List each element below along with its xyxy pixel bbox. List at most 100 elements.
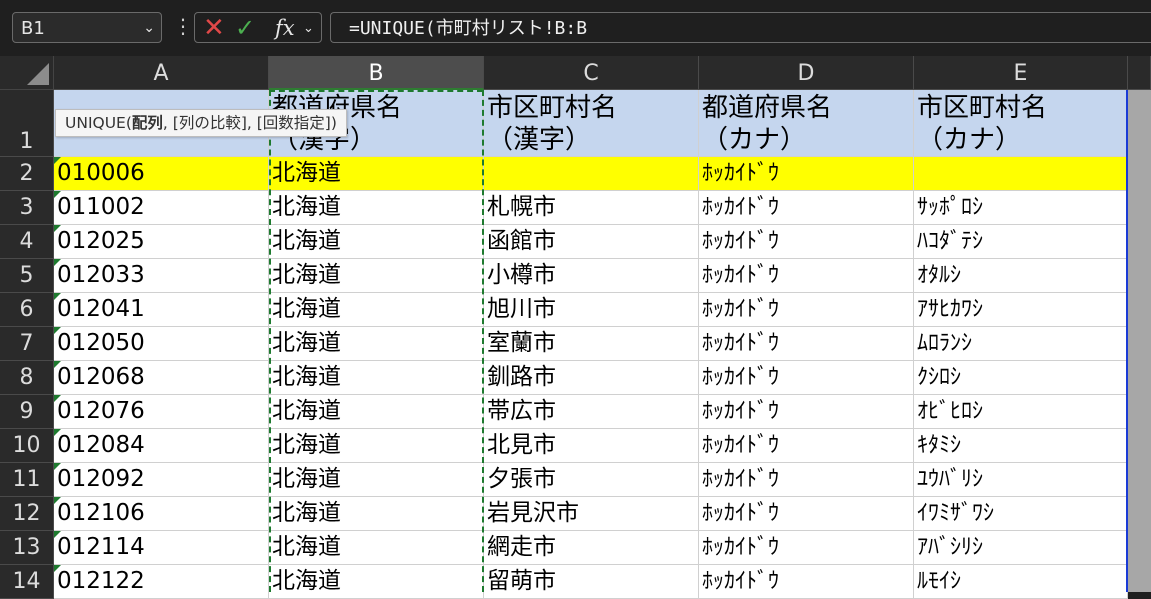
name-box[interactable]: B1 ⌄	[12, 12, 162, 43]
cell-b12[interactable]: 北海道	[269, 497, 484, 531]
header-cell-e[interactable]: 市区町村名 （カナ）	[914, 90, 1128, 157]
error-indicator-icon[interactable]	[54, 395, 61, 402]
error-indicator-icon[interactable]	[54, 361, 61, 368]
row-header-3[interactable]: 3	[0, 191, 54, 225]
cell-a11[interactable]: 012092	[54, 463, 269, 497]
header-cell-c[interactable]: 市区町村名 （漢字）	[484, 90, 699, 157]
cell-c11[interactable]: 夕張市	[484, 463, 699, 497]
cell-d7[interactable]: ﾎｯｶｲﾄﾞｳ	[699, 327, 914, 361]
cell-e9[interactable]: ｵﾋﾞﾋﾛｼ	[914, 395, 1128, 429]
cell-a5[interactable]: 012033	[54, 259, 269, 293]
error-indicator-icon[interactable]	[54, 497, 61, 504]
more-options-icon[interactable]: ⋮	[173, 14, 193, 38]
cell-c3[interactable]: 札幌市	[484, 191, 699, 225]
cell-d4[interactable]: ﾎｯｶｲﾄﾞｳ	[699, 225, 914, 259]
cell-b8[interactable]: 北海道	[269, 361, 484, 395]
cell-d3[interactable]: ﾎｯｶｲﾄﾞｳ	[699, 191, 914, 225]
cancel-icon[interactable]: ✕	[203, 13, 225, 43]
cell-b7[interactable]: 北海道	[269, 327, 484, 361]
error-indicator-icon[interactable]	[54, 565, 61, 572]
cell-a14[interactable]: 012122	[54, 565, 269, 599]
cell-d9[interactable]: ﾎｯｶｲﾄﾞｳ	[699, 395, 914, 429]
cell-e5[interactable]: ｵﾀﾙｼ	[914, 259, 1128, 293]
cell-a4[interactable]: 012025	[54, 225, 269, 259]
cell-e8[interactable]: ｸｼﾛｼ	[914, 361, 1128, 395]
column-header-c[interactable]: C	[484, 56, 699, 90]
chevron-down-icon[interactable]: ⌄	[303, 13, 314, 44]
error-indicator-icon[interactable]	[54, 191, 61, 198]
row-header-2[interactable]: 2	[0, 157, 54, 191]
cell-b6[interactable]: 北海道	[269, 293, 484, 327]
cell-c5[interactable]: 小樽市	[484, 259, 699, 293]
row-header-4[interactable]: 4	[0, 225, 54, 259]
cell-e13[interactable]: ｱﾊﾞｼﾘｼ	[914, 531, 1128, 565]
cell-c13[interactable]: 網走市	[484, 531, 699, 565]
cell-e14[interactable]: ﾙﾓｲｼ	[914, 565, 1128, 599]
cell-c7[interactable]: 室蘭市	[484, 327, 699, 361]
column-header-d[interactable]: D	[699, 56, 914, 90]
column-header-f[interactable]	[1128, 56, 1151, 90]
cell-e6[interactable]: ｱｻﾋｶﾜｼ	[914, 293, 1128, 327]
cell-d14[interactable]: ﾎｯｶｲﾄﾞｳ	[699, 565, 914, 599]
row-header-7[interactable]: 7	[0, 327, 54, 361]
row-header-13[interactable]: 13	[0, 531, 54, 565]
cell-b9[interactable]: 北海道	[269, 395, 484, 429]
cell-a6[interactable]: 012041	[54, 293, 269, 327]
cell-b3[interactable]: 北海道	[269, 191, 484, 225]
cell-e7[interactable]: ﾑﾛﾗﾝｼ	[914, 327, 1128, 361]
cell-a8[interactable]: 012068	[54, 361, 269, 395]
error-indicator-icon[interactable]	[54, 293, 61, 300]
column-header-b[interactable]: B	[269, 56, 484, 90]
cell-b4[interactable]: 北海道	[269, 225, 484, 259]
cell-b5[interactable]: 北海道	[269, 259, 484, 293]
cell-b10[interactable]: 北海道	[269, 429, 484, 463]
cell-a7[interactable]: 012050	[54, 327, 269, 361]
row-header-6[interactable]: 6	[0, 293, 54, 327]
cell-d13[interactable]: ﾎｯｶｲﾄﾞｳ	[699, 531, 914, 565]
column-header-a[interactable]: A	[54, 56, 269, 90]
row-header-1[interactable]: 1	[0, 90, 54, 157]
error-indicator-icon[interactable]	[54, 225, 61, 232]
cell-e10[interactable]: ｷﾀﾐｼ	[914, 429, 1128, 463]
chevron-down-icon[interactable]: ⌄	[143, 13, 155, 44]
row-header-12[interactable]: 12	[0, 497, 54, 531]
cell-e2[interactable]	[914, 157, 1128, 191]
cell-a10[interactable]: 012084	[54, 429, 269, 463]
cell-d10[interactable]: ﾎｯｶｲﾄﾞｳ	[699, 429, 914, 463]
cell-c8[interactable]: 釧路市	[484, 361, 699, 395]
cell-e11[interactable]: ﾕｳﾊﾞﾘｼ	[914, 463, 1128, 497]
cell-a9[interactable]: 012076	[54, 395, 269, 429]
cell-e3[interactable]: ｻｯﾎﾟﾛｼ	[914, 191, 1128, 225]
cell-d2[interactable]: ﾎｯｶｲﾄﾞｳ	[699, 157, 914, 191]
error-indicator-icon[interactable]	[54, 259, 61, 266]
cell-c10[interactable]: 北見市	[484, 429, 699, 463]
row-header-9[interactable]: 9	[0, 395, 54, 429]
cell-a2[interactable]: 010006	[54, 157, 269, 191]
cell-e12[interactable]: ｲﾜﾐｻﾞﾜｼ	[914, 497, 1128, 531]
cell-d11[interactable]: ﾎｯｶｲﾄﾞｳ	[699, 463, 914, 497]
cell-b11[interactable]: 北海道	[269, 463, 484, 497]
insert-function-icon[interactable]: fx	[275, 14, 295, 42]
cell-e4[interactable]: ﾊｺﾀﾞﾃｼ	[914, 225, 1128, 259]
enter-check-icon[interactable]: ✓	[235, 13, 255, 43]
row-header-14[interactable]: 14	[0, 565, 54, 599]
cell-c12[interactable]: 岩見沢市	[484, 497, 699, 531]
cell-b2[interactable]: 北海道	[269, 157, 484, 191]
cell-c6[interactable]: 旭川市	[484, 293, 699, 327]
error-indicator-icon[interactable]	[54, 463, 61, 470]
column-header-e[interactable]: E	[914, 56, 1128, 90]
cell-b13[interactable]: 北海道	[269, 531, 484, 565]
error-indicator-icon[interactable]	[54, 429, 61, 436]
cell-d6[interactable]: ﾎｯｶｲﾄﾞｳ	[699, 293, 914, 327]
cell-a12[interactable]: 012106	[54, 497, 269, 531]
cell-b14[interactable]: 北海道	[269, 565, 484, 599]
row-header-5[interactable]: 5	[0, 259, 54, 293]
cell-c2[interactable]	[484, 157, 699, 191]
cell-a3[interactable]: 011002	[54, 191, 269, 225]
cell-c9[interactable]: 帯広市	[484, 395, 699, 429]
row-header-11[interactable]: 11	[0, 463, 54, 497]
cell-c14[interactable]: 留萌市	[484, 565, 699, 599]
row-header-8[interactable]: 8	[0, 361, 54, 395]
cell-d5[interactable]: ﾎｯｶｲﾄﾞｳ	[699, 259, 914, 293]
header-cell-d[interactable]: 都道府県名 （カナ）	[699, 90, 914, 157]
